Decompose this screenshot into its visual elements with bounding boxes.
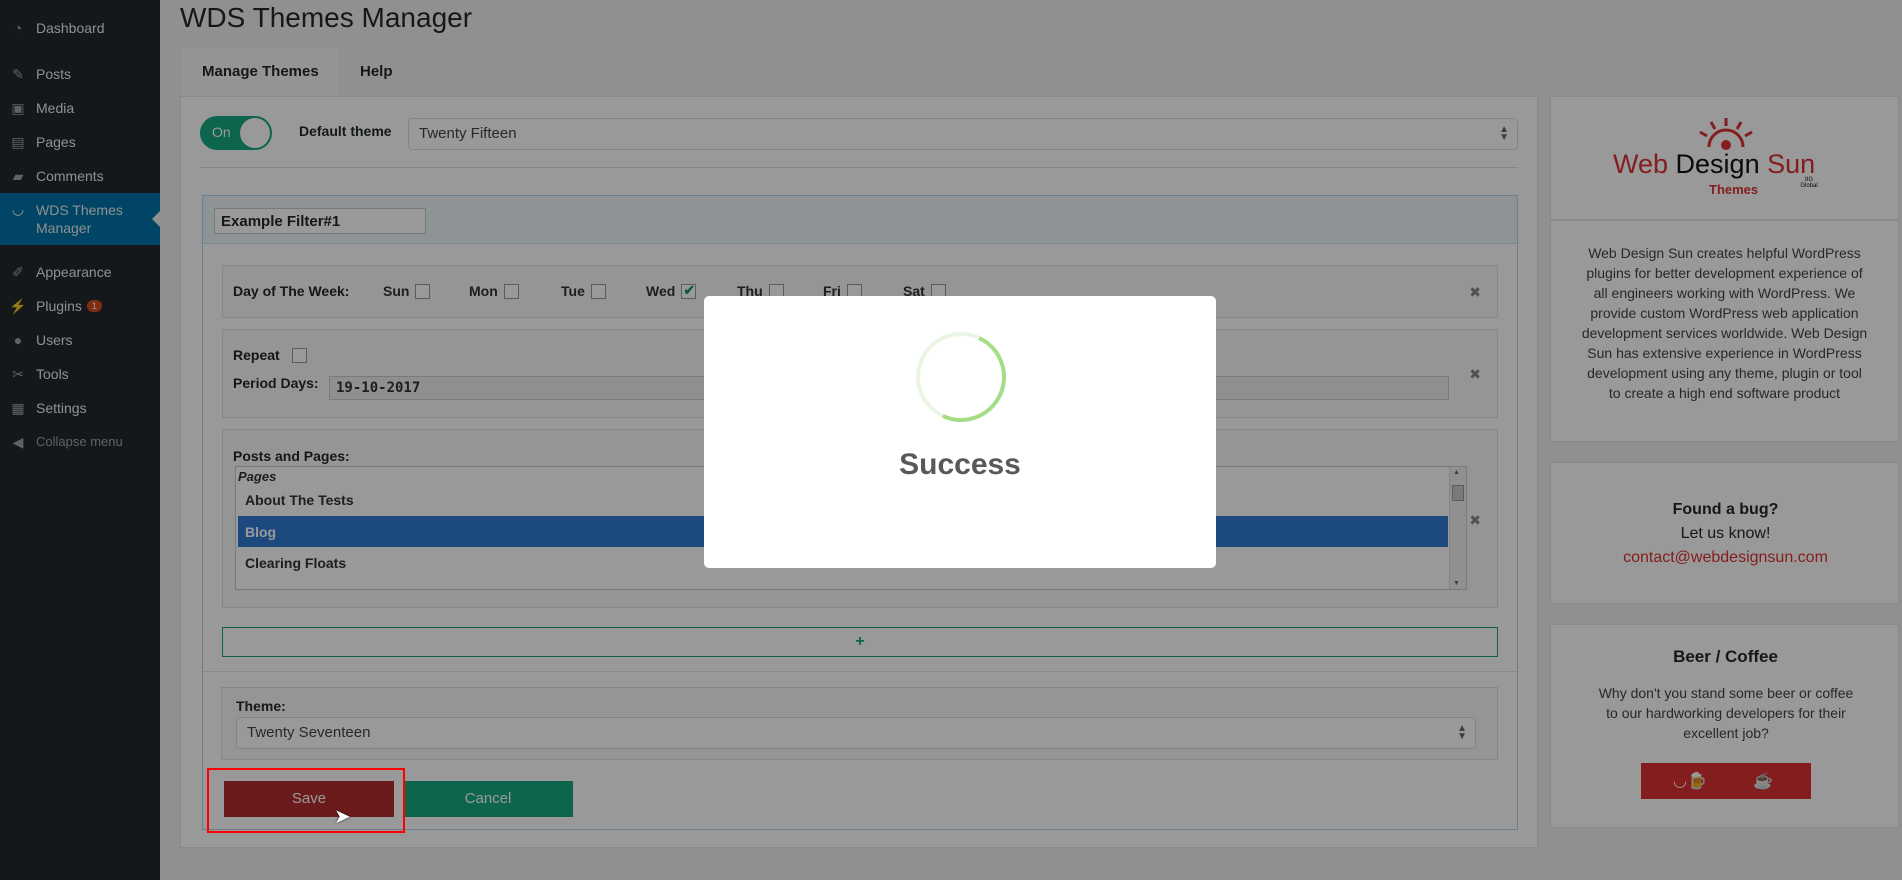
- success-modal: Success: [704, 296, 1216, 568]
- loading-spinner-icon: [903, 319, 1019, 435]
- modal-title: Success: [899, 448, 1021, 481]
- highlight-box: [207, 768, 405, 833]
- cursor-icon: ➤: [334, 806, 351, 828]
